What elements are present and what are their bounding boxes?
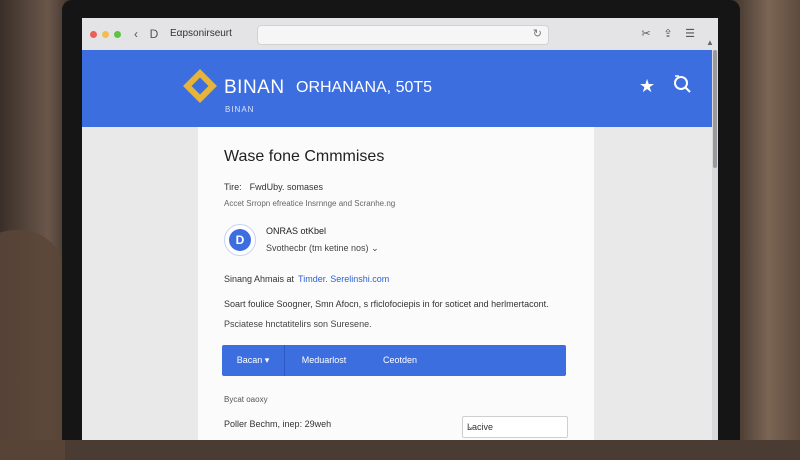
website-link[interactable]: Timder. Serelinshi.com bbox=[298, 274, 389, 284]
share-icon[interactable]: ⇪ bbox=[660, 26, 676, 42]
secondary-button[interactable]: Meduarlost bbox=[286, 345, 362, 376]
extension-icon[interactable]: ✂ bbox=[638, 26, 654, 42]
address-bar[interactable]: ↻ bbox=[257, 25, 549, 45]
description-label: Soart foulice bbox=[224, 299, 275, 309]
link-label: Sinang Ahmais at bbox=[224, 274, 295, 284]
performance-row: Poller Bechm, inep: 29weh bbox=[224, 419, 331, 429]
reload-icon[interactable]: ↻ bbox=[533, 27, 542, 40]
search-icon[interactable] bbox=[672, 74, 692, 94]
performance-label: Poller Bechm, bbox=[224, 419, 281, 429]
account-selector[interactable]: Svothecbr (tm ketine nos) ⌄ bbox=[266, 243, 379, 254]
link-row: Sinang Ahmais at Timder. Serelinshi.com bbox=[224, 274, 389, 284]
primary-button-label: Bacan bbox=[236, 355, 263, 365]
scrollbar-thumb[interactable] bbox=[713, 50, 717, 168]
performance-value: inep: 29weh bbox=[282, 419, 332, 429]
description-row: Soart foulice Soogner, Smn Afocn, s rfic… bbox=[224, 299, 549, 309]
time-value: FwdUby. somases bbox=[249, 182, 324, 192]
section-label: Bycat oaoxy bbox=[224, 395, 268, 404]
back-button[interactable]: ‹ bbox=[128, 26, 144, 42]
action-button-bar: Bacan ▾ Meduarlost Ceotden bbox=[222, 345, 566, 376]
chevron-down-icon: ⌄ bbox=[371, 243, 379, 253]
minimize-window-button[interactable] bbox=[102, 31, 109, 38]
logo-text[interactable]: BINAN bbox=[224, 77, 285, 99]
menu-icon[interactable]: ☰ bbox=[682, 26, 698, 42]
site-header: BINAN BINAN ORHANANA, 50T5 ★ bbox=[82, 50, 712, 127]
primary-dropdown-button[interactable]: Bacan ▾ bbox=[222, 345, 285, 376]
tertiary-button[interactable]: Ceotden bbox=[362, 345, 438, 376]
subtitle: Accet Srropn efreatice Insrnnge and Scra… bbox=[224, 199, 396, 208]
chevron-down-icon: ⌄ bbox=[467, 421, 475, 431]
description-secondary: Psciatese hnctatitelirs son Suresene. bbox=[224, 319, 372, 329]
time-row: Tire: FwdUby. somases bbox=[224, 182, 323, 192]
avatar-letter: D bbox=[229, 229, 251, 251]
star-icon[interactable]: ★ bbox=[639, 76, 655, 97]
browser-toolbar: ‹ D Eαpsonirseurt ↻ ✂ ⇪ ☰ ▲ bbox=[82, 18, 718, 51]
hand bbox=[0, 230, 65, 460]
logo-icon bbox=[183, 69, 217, 103]
tab-title[interactable]: Eαpsonirseurt bbox=[170, 28, 232, 39]
time-label: Tire: bbox=[224, 182, 242, 192]
forward-button[interactable]: D bbox=[146, 26, 162, 42]
maximize-window-button[interactable] bbox=[114, 31, 121, 38]
screen: ‹ D Eαpsonirseurt ↻ ✂ ⇪ ☰ ▲ BINAN BINAN … bbox=[82, 18, 718, 440]
description-text: Soogner, Smn Afocn, s rficlofociepis in … bbox=[276, 299, 549, 309]
content-card: Wase fone Cmmmises Tire: FwdUby. somases … bbox=[198, 127, 594, 440]
status-select[interactable]: Lacive ⌄ bbox=[462, 416, 568, 438]
caret-down-icon: ▾ bbox=[264, 355, 270, 365]
close-window-button[interactable] bbox=[90, 31, 97, 38]
avatar[interactable]: D bbox=[224, 224, 256, 256]
vertical-scrollbar[interactable] bbox=[712, 50, 718, 440]
scroll-up-icon[interactable]: ▲ bbox=[706, 38, 714, 47]
account-name: ONRAS otKbel bbox=[266, 226, 327, 236]
header-title: ORHANANA, 50T5 bbox=[296, 79, 433, 96]
page-title: Wase fone Cmmmises bbox=[224, 148, 385, 165]
logo-subtext: BINAN bbox=[225, 105, 255, 114]
account-selector-label: Svothecbr (tm ketine nos) bbox=[266, 243, 369, 253]
